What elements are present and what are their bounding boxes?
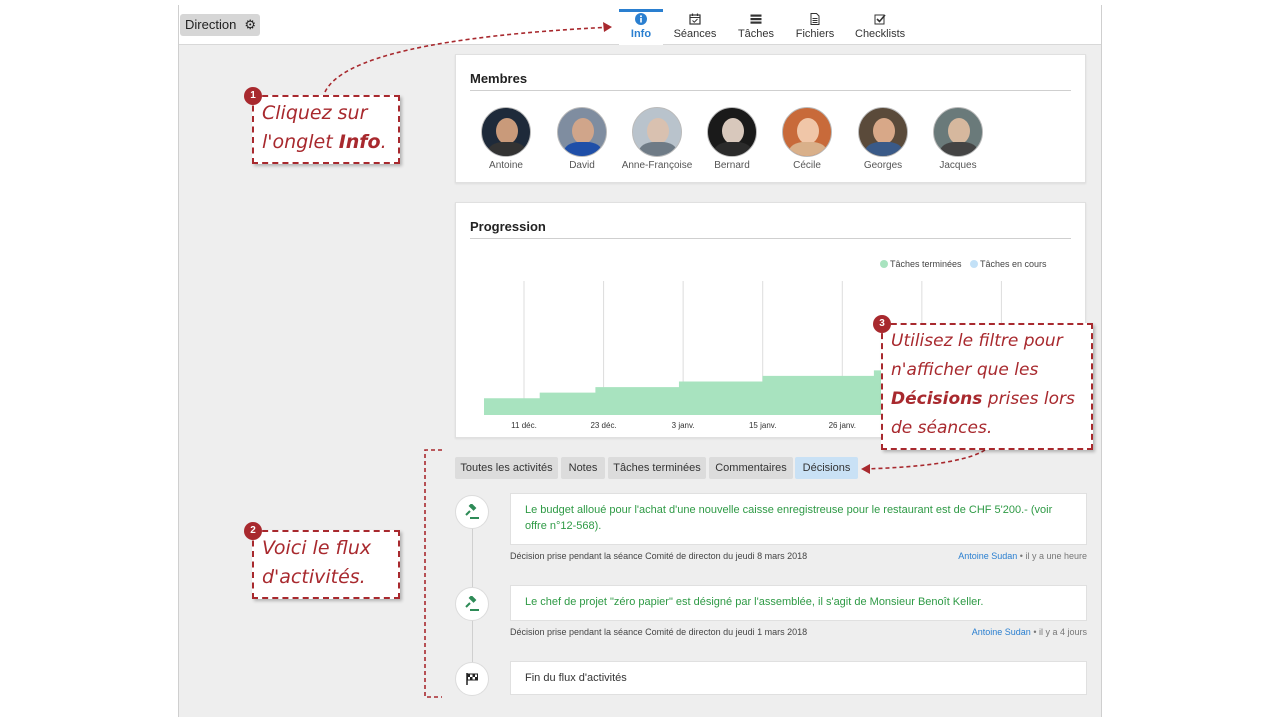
filter-comments-label: Commentaires <box>715 462 787 474</box>
gear-icon[interactable]: ⚙ <box>244 17 256 33</box>
activity-text: Le budget alloué pour l'achat d'une nouv… <box>525 504 1053 532</box>
member-georges[interactable]: Georges <box>845 107 921 171</box>
activity-author-block: Antoine Sudan • il y a une heure <box>958 551 1087 561</box>
filter-tasks-done[interactable]: Tâches terminées <box>608 457 706 479</box>
member-jacques[interactable]: Jacques <box>920 107 996 171</box>
callout-1-line2a: l'onglet <box>262 131 339 153</box>
calendar-icon <box>673 13 717 28</box>
callout-3-line3a: Décisions <box>891 389 983 409</box>
callout-3-line3b: prises lors <box>982 389 1075 409</box>
member-david[interactable]: David <box>544 107 620 171</box>
tab-fichiers-label: Fichiers <box>795 28 835 40</box>
avatar <box>933 107 983 157</box>
activity-text: Le chef de projet "zéro papier" est dési… <box>525 596 984 608</box>
step-badge-1: 1 <box>244 87 262 105</box>
step-badge-2: 2 <box>244 522 262 540</box>
end-of-feed-text: Fin du flux d'activités <box>525 672 627 684</box>
callout-2-line2: d'activités. <box>262 566 366 588</box>
author-link[interactable]: Antoine Sudan <box>958 551 1017 561</box>
callout-2-line1: Voici le flux <box>262 537 372 559</box>
activity-meta: Décision prise pendant la séance Comité … <box>510 627 1087 637</box>
member-name: Georges <box>863 160 903 171</box>
member-name: Anne-Françoise <box>621 160 693 171</box>
filter-decisions[interactable]: Décisions <box>795 457 858 479</box>
tab-checklists-label: Checklists <box>855 28 906 40</box>
tab-seances[interactable]: Séances <box>673 9 717 45</box>
callout-3: Utilisez le filtre pour n'afficher que l… <box>881 323 1093 450</box>
member-name: Cécile <box>793 160 821 171</box>
flag-icon <box>455 662 489 696</box>
avatar <box>707 107 757 157</box>
tasks-icon <box>735 13 777 28</box>
member-antoine[interactable]: Antoine <box>468 107 544 171</box>
activity-author-block: Antoine Sudan • il y a 4 jours <box>972 627 1087 637</box>
x-tick-label: 15 janv. <box>749 421 776 430</box>
end-of-feed: Fin du flux d'activités <box>510 661 1087 695</box>
activity-card[interactable]: Le chef de projet "zéro papier" est dési… <box>510 585 1087 621</box>
callout-1-line2b: Info <box>338 131 381 153</box>
callout-2: Voici le flux d'activités. <box>252 530 400 599</box>
callout-3-line4: de séances. <box>891 418 993 438</box>
gavel-icon <box>455 587 489 621</box>
filter-comments[interactable]: Commentaires <box>709 457 793 479</box>
tab-checklists[interactable]: Checklists <box>855 9 905 45</box>
tab-taches-label: Tâches <box>737 28 775 40</box>
top-bar: Direction ⚙ Info Séances Tâches Fichiers… <box>179 5 1101 45</box>
direction-selector[interactable]: Direction ⚙ <box>180 14 260 36</box>
x-tick-label: 11 déc. <box>511 421 537 430</box>
filter-notes[interactable]: Notes <box>561 457 605 479</box>
tab-fichiers[interactable]: Fichiers <box>793 9 837 45</box>
member-name: Antoine <box>489 160 523 171</box>
file-icon <box>793 13 837 28</box>
direction-label: Direction <box>185 17 237 32</box>
divider <box>470 90 1071 91</box>
callout-1-line2c: . <box>380 131 387 153</box>
x-tick-label: 3 janv. <box>672 421 695 430</box>
member-anne-francoise[interactable]: Anne-Françoise <box>619 107 695 171</box>
activity-time: • il y a une heure <box>1019 551 1087 561</box>
avatar <box>557 107 607 157</box>
filter-decisions-label: Décisions <box>802 462 851 474</box>
activity-card[interactable]: Le budget alloué pour l'achat d'une nouv… <box>510 493 1087 545</box>
step-badge-3: 3 <box>873 315 891 333</box>
checklist-icon <box>855 13 905 28</box>
author-link[interactable]: Antoine Sudan <box>972 627 1031 637</box>
activity-time: • il y a 4 jours <box>1033 627 1087 637</box>
members-title: Membres <box>470 71 528 86</box>
member-cecile[interactable]: Cécile <box>769 107 845 171</box>
filter-notes-label: Notes <box>568 462 598 474</box>
info-icon <box>619 13 663 28</box>
member-name: Jacques <box>939 160 977 171</box>
tab-seances-label: Séances <box>673 28 717 40</box>
x-tick-label: 23 déc. <box>590 421 616 430</box>
avatar <box>632 107 682 157</box>
x-tick-label: 26 janv. <box>829 421 856 430</box>
callout-3-line2: n'afficher que les <box>891 360 1039 380</box>
gavel-icon <box>455 495 489 529</box>
avatar <box>858 107 908 157</box>
member-name: David <box>569 160 595 171</box>
callout-1-line1: Cliquez sur <box>262 102 368 124</box>
callout-3-line1: Utilisez le filtre pour <box>891 331 1063 351</box>
tab-info[interactable]: Info <box>619 9 663 45</box>
member-name: Bernard <box>714 160 750 171</box>
activity-meta: Décision prise pendant la séance Comité … <box>510 551 1087 561</box>
avatar <box>481 107 531 157</box>
filter-all-label: Toutes les activités <box>460 462 553 474</box>
filter-tasks-done-label: Tâches terminées <box>613 462 701 474</box>
callout-1: Cliquez sur l'onglet Info. <box>252 95 400 164</box>
tab-taches[interactable]: Tâches <box>735 9 777 45</box>
activity-meta-text: Décision prise pendant la séance Comité … <box>510 551 808 561</box>
members-card: Membres Antoine David Anne-Françoise Ber… <box>455 54 1086 183</box>
avatar <box>782 107 832 157</box>
member-bernard[interactable]: Bernard <box>694 107 770 171</box>
filter-all[interactable]: Toutes les activités <box>455 457 558 479</box>
tab-info-label: Info <box>630 28 652 40</box>
activity-meta-text: Décision prise pendant la séance Comité … <box>510 627 808 637</box>
